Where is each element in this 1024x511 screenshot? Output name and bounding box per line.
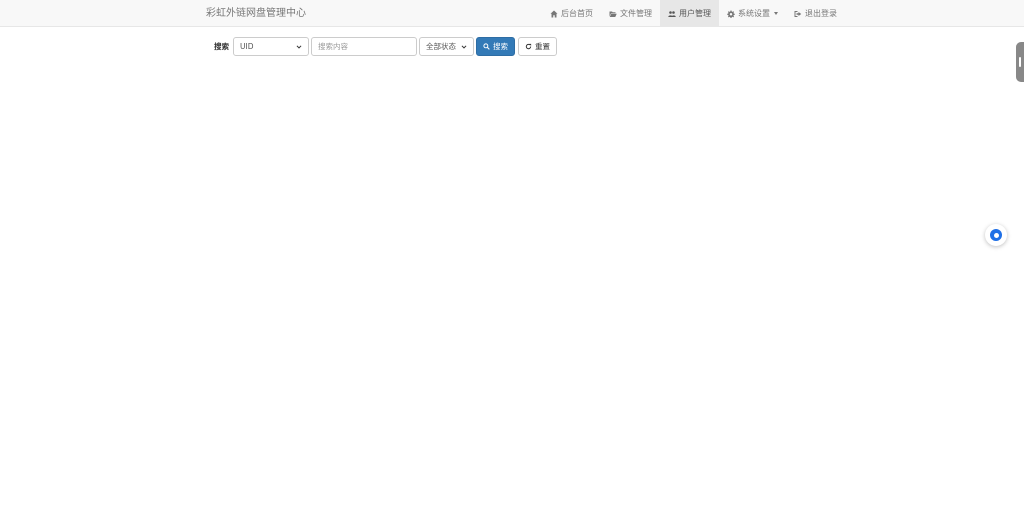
status-select-value: 全部状态: [426, 42, 456, 51]
gear-icon: [727, 10, 735, 18]
users-icon: [668, 10, 676, 17]
search-input[interactable]: 搜索内容: [311, 37, 417, 56]
search-field-select[interactable]: UID: [233, 37, 309, 56]
search-form: 搜索 UID 搜索内容 全部状态 搜索 重置: [214, 37, 557, 56]
nav-item-label: 文件管理: [620, 9, 652, 18]
search-button[interactable]: 搜索: [476, 37, 515, 56]
search-field-select-value: UID: [240, 42, 254, 51]
status-select[interactable]: 全部状态: [419, 37, 474, 56]
nav-item-files[interactable]: 文件管理: [601, 0, 660, 27]
top-navbar: 彩虹外链网盘管理中心 后台首页 文件管理 用户管理 系统设置 退出登录: [0, 0, 1024, 27]
nav-item-logout[interactable]: 退出登录: [786, 0, 845, 27]
refresh-icon: [525, 43, 532, 50]
search-icon: [483, 43, 490, 50]
nav-item-label: 系统设置: [738, 9, 770, 18]
main-nav: 后台首页 文件管理 用户管理 系统设置 退出登录: [542, 0, 845, 27]
search-button-label: 搜索: [493, 42, 508, 51]
chevron-down-icon: [461, 44, 467, 49]
reset-button-label: 重置: [535, 42, 550, 51]
sign-out-icon: [794, 10, 802, 17]
caret-down-icon: [774, 12, 778, 15]
nav-item-label: 用户管理: [679, 9, 711, 18]
assistant-icon: [990, 229, 1002, 241]
floating-assistant-button[interactable]: [985, 224, 1007, 246]
nav-item-home[interactable]: 后台首页: [542, 0, 601, 27]
nav-item-label: 退出登录: [805, 9, 837, 18]
search-label: 搜索: [214, 42, 229, 51]
nav-item-label: 后台首页: [561, 9, 593, 18]
nav-item-settings[interactable]: 系统设置: [719, 0, 786, 27]
brand-title[interactable]: 彩虹外链网盘管理中心: [206, 0, 306, 27]
reset-button[interactable]: 重置: [518, 37, 557, 56]
side-drawer-handle[interactable]: [1016, 42, 1024, 82]
search-input-placeholder: 搜索内容: [318, 42, 348, 51]
folder-open-icon: [609, 11, 617, 17]
nav-item-users[interactable]: 用户管理: [660, 0, 719, 27]
chevron-down-icon: [296, 44, 302, 49]
home-icon: [550, 10, 558, 17]
